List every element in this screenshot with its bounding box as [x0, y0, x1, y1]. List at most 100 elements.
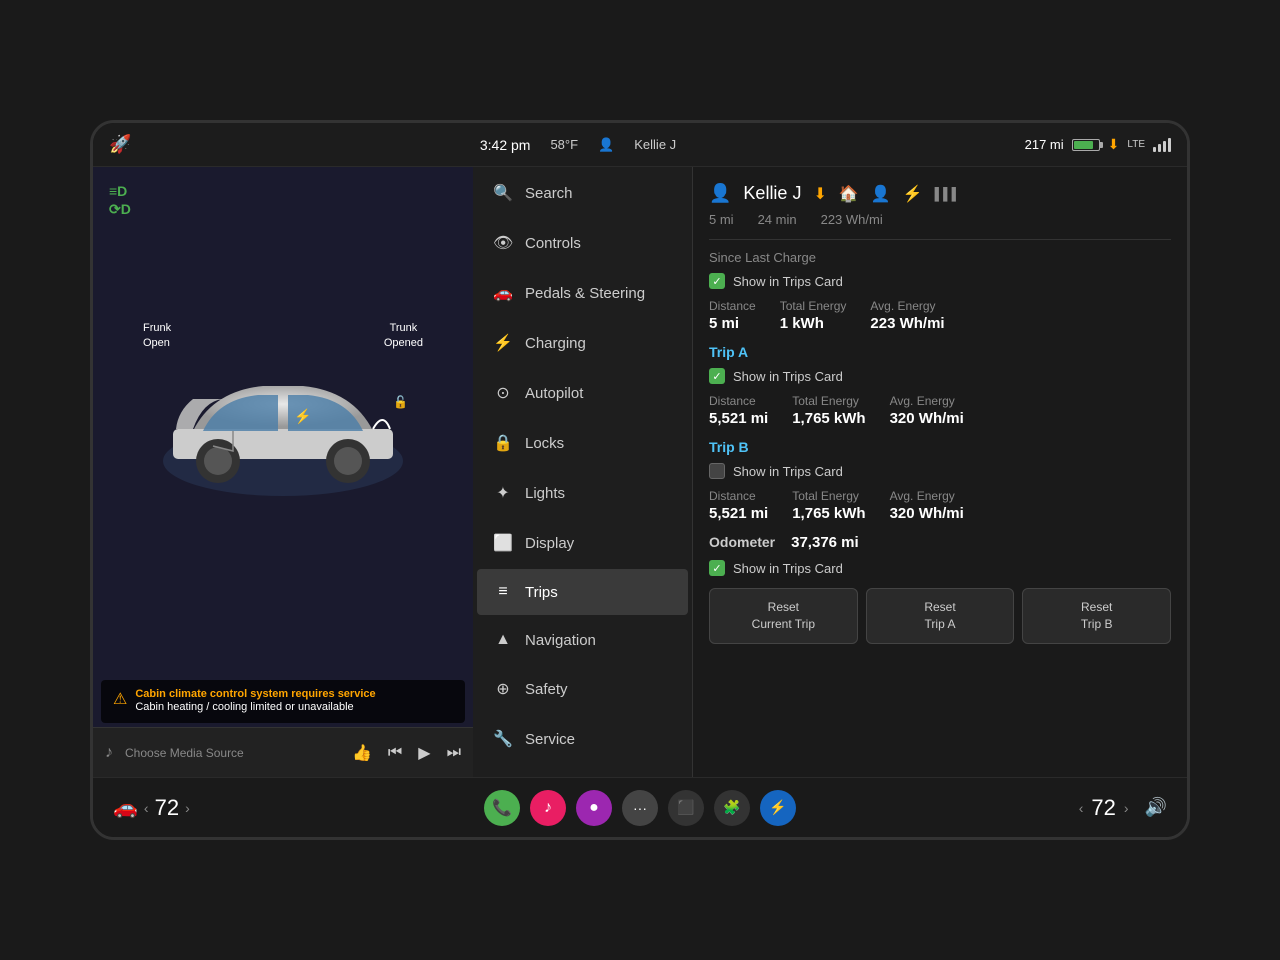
odometer-label: Odometer: [709, 534, 775, 550]
apps-button[interactable]: ●: [576, 790, 612, 826]
like-button[interactable]: 👍: [352, 743, 372, 763]
left-temp-section: 🚗 ‹ 72 ›: [113, 795, 190, 821]
trip-b-energy-label: Total Energy: [792, 489, 865, 503]
menu-item-display[interactable]: ⬜ Display: [477, 519, 688, 567]
menu-item-lights[interactable]: ✦ Lights: [477, 469, 688, 517]
odometer-checkbox-row[interactable]: ✓ Show in Trips Card: [709, 560, 1171, 576]
autopilot-icon: ⊙: [493, 383, 513, 403]
divider-1: [709, 239, 1171, 240]
status-user-icon: 👤: [598, 137, 614, 153]
menu-item-charging[interactable]: ⚡ Charging: [477, 319, 688, 367]
stat-distance-quick: 5 mi: [709, 212, 734, 227]
taskbar: 🚗 ‹ 72 › 📞 ♪ ● ··· ⬛ 🧩: [93, 777, 1187, 837]
trip-b-energy: Total Energy 1,765 kWh: [792, 489, 865, 522]
trip-b-checkbox-row[interactable]: Show in Trips Card: [709, 463, 1171, 479]
trip-a-title: Trip A: [709, 344, 1171, 360]
trip-b-distance: Distance 5,521 mi: [709, 489, 768, 522]
trip-a-check-mark: ✓: [712, 370, 721, 383]
trip-b-distance-value: 5,521 mi: [709, 505, 768, 522]
volume-icon[interactable]: 🔊: [1145, 797, 1167, 818]
trip-b-avg-energy: Avg. Energy 320 Wh/mi: [890, 489, 964, 522]
status-bar-right: 217 mi ⬇ LTE: [1025, 136, 1171, 153]
menu-item-software[interactable]: ⬇ Software: [477, 765, 688, 777]
trip-a-avg-energy: Avg. Energy 320 Wh/mi: [890, 394, 964, 427]
menu-label-controls: Controls: [525, 235, 581, 252]
signal-icon: ▌▌▌: [935, 187, 961, 201]
phone-app-button[interactable]: 📞: [484, 790, 520, 826]
charging-icon: ⚡: [493, 333, 513, 353]
status-bar: 🚀 3:42 pm 58°F 👤 Kellie J 217 mi ⬇ LTE: [93, 123, 1187, 167]
since-last-charge-section: Since Last Charge ✓ Show in Trips Card D…: [709, 250, 1171, 332]
since-last-charge-checkbox-row[interactable]: ✓ Show in Trips Card: [709, 273, 1171, 289]
navigation-icon: ▲: [493, 631, 513, 649]
car-icon-taskbar: 🚗: [113, 795, 138, 820]
since-last-charge-checkbox[interactable]: ✓: [709, 273, 725, 289]
menu-item-controls[interactable]: 👁 Controls: [477, 219, 688, 267]
menu-item-trips[interactable]: ≡ Trips: [477, 569, 688, 615]
download-icon: ⬇: [1108, 136, 1120, 153]
stat-time-quick: 24 min: [758, 212, 797, 227]
driver-stats: 5 mi 24 min 223 Wh/mi: [709, 212, 1171, 227]
menu-label-pedals: Pedals & Steering: [525, 285, 645, 302]
status-time: 3:42 pm: [480, 137, 531, 153]
since-last-charge-title: Since Last Charge: [709, 250, 1171, 265]
right-temp-up-arrow[interactable]: ›: [1124, 800, 1129, 816]
menu-item-navigation[interactable]: ▲ Navigation: [477, 617, 688, 663]
reset-current-trip-button[interactable]: ResetCurrent Trip: [709, 588, 858, 644]
play-button[interactable]: ▶: [418, 743, 430, 763]
person-icon: 👤: [871, 184, 891, 204]
since-last-energy-value: 1 kWh: [780, 315, 847, 332]
prev-button[interactable]: ⏮: [388, 744, 402, 762]
menu-item-pedals[interactable]: 🚗 Pedals & Steering: [477, 269, 688, 317]
left-temp-down-arrow[interactable]: ‹: [144, 800, 149, 816]
right-temp-down-arrow[interactable]: ‹: [1079, 800, 1084, 816]
trip-a-distance: Distance 5,521 mi: [709, 394, 768, 427]
trip-a-checkbox[interactable]: ✓: [709, 368, 725, 384]
trip-a-checkbox-row[interactable]: ✓ Show in Trips Card: [709, 368, 1171, 384]
driver-row: 👤 Kellie J ⬇ 🏠 👤 ⚡ ▌▌▌: [709, 183, 1171, 204]
camera-button[interactable]: ⬛: [668, 790, 704, 826]
menu-item-service[interactable]: 🔧 Service: [477, 715, 688, 763]
signal-bar-3: [1163, 141, 1166, 152]
next-button[interactable]: ⏭: [447, 744, 461, 762]
puzzle-button[interactable]: 🧩: [714, 790, 750, 826]
driver-avatar-icon: 👤: [709, 183, 731, 204]
trip-b-checkbox[interactable]: [709, 463, 725, 479]
car-svg: ⚡ 🔓: [133, 331, 433, 531]
media-controls: 👍 ⏮ ▶ ⏭: [352, 743, 461, 763]
taskbar-apps: 📞 ♪ ● ··· ⬛ 🧩 ⚡: [484, 790, 796, 826]
odometer-value: 37,376 mi: [791, 534, 859, 551]
more-button[interactable]: ···: [622, 790, 658, 826]
left-temp-up-arrow[interactable]: ›: [185, 800, 190, 816]
trip-b-avg-value: 320 Wh/mi: [890, 505, 964, 522]
music-app-button[interactable]: ♪: [530, 790, 566, 826]
since-last-charge-stats: Distance 5 mi Total Energy 1 kWh Avg. En…: [709, 299, 1171, 332]
menu-item-safety[interactable]: ⊕ Safety: [477, 665, 688, 713]
reset-trip-b-button[interactable]: ResetTrip B: [1022, 588, 1171, 644]
odometer-section: Odometer 37,376 mi ✓ Show in Trips Card: [709, 534, 1171, 576]
odometer-checkbox[interactable]: ✓: [709, 560, 725, 576]
reset-trip-a-button[interactable]: ResetTrip A: [866, 588, 1015, 644]
warning-icon: ⚠: [113, 689, 127, 709]
since-last-distance-label: Distance: [709, 299, 756, 313]
display-icon: ⬜: [493, 533, 513, 553]
music-note-icon: ♪: [105, 744, 113, 762]
phone-icon: 📞: [492, 798, 512, 818]
warning-title: Cabin climate control system requires se…: [135, 688, 375, 700]
driver-name: Kellie J: [743, 183, 801, 204]
bluetooth-button[interactable]: ⚡: [760, 790, 796, 826]
menu-item-search[interactable]: 🔍 Search: [477, 169, 688, 217]
bluetooth-icon: ⚡: [769, 799, 786, 816]
lights-icon: ✦: [493, 483, 513, 503]
since-last-avg-label: Avg. Energy: [870, 299, 944, 313]
trip-a-avg-label: Avg. Energy: [890, 394, 964, 408]
menu-label-locks: Locks: [525, 435, 564, 452]
menu-item-autopilot[interactable]: ⊙ Autopilot: [477, 369, 688, 417]
trips-icon: ≡: [493, 583, 513, 601]
reset-buttons-row: ResetCurrent Trip ResetTrip A ResetTrip …: [709, 588, 1171, 644]
service-icon: 🔧: [493, 729, 513, 749]
menu-item-locks[interactable]: 🔒 Locks: [477, 419, 688, 467]
more-icon: ···: [633, 800, 647, 816]
trip-a-avg-value: 320 Wh/mi: [890, 410, 964, 427]
trip-b-avg-label: Avg. Energy: [890, 489, 964, 503]
